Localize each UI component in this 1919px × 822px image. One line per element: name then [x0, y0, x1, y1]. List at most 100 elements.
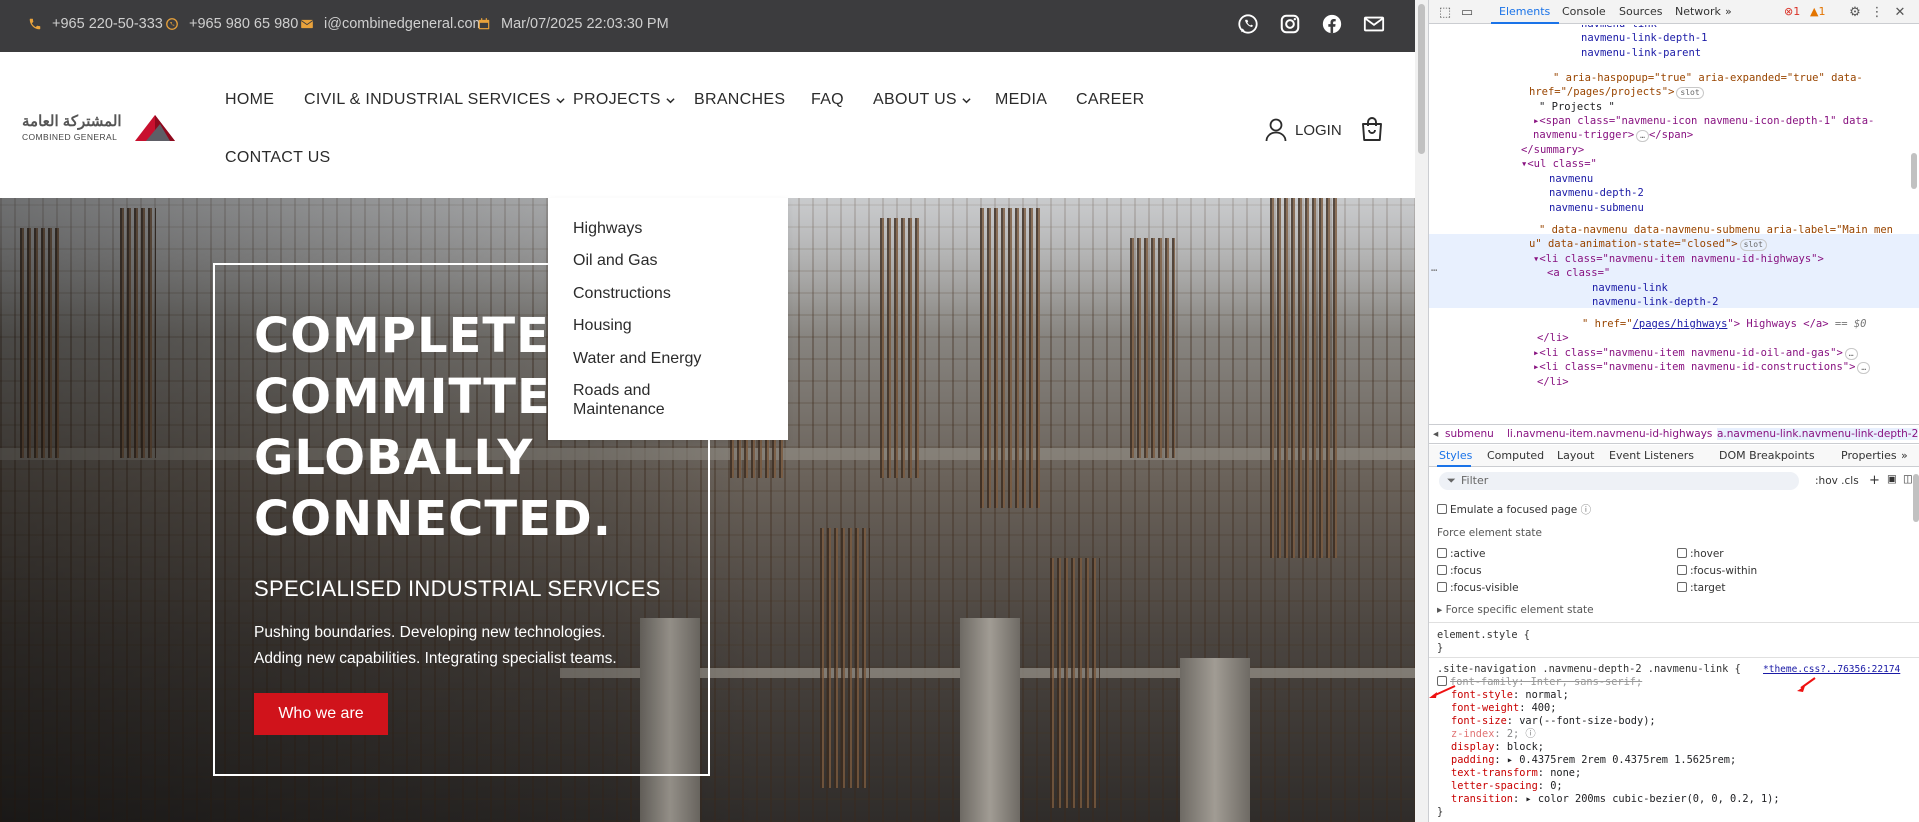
new-style-rule-icon[interactable]: +: [1869, 473, 1880, 488]
checkbox[interactable]: [1677, 548, 1687, 558]
dom-line[interactable]: ▸<span class="navmenu-icon navmenu-icon-…: [1533, 114, 1874, 129]
slot-badge[interactable]: slot: [1739, 239, 1767, 251]
node-menu-dots[interactable]: …: [1431, 261, 1437, 276]
who-we-are-button[interactable]: Who we are: [254, 693, 388, 735]
dom-line[interactable]: navmenu-link-depth-2: [1592, 295, 1718, 310]
css-declaration[interactable]: letter-spacing: 0;: [1451, 780, 1563, 793]
state-checkbox-hover[interactable]: :hover: [1677, 548, 1724, 560]
breadcrumb-item[interactable]: submenu: [1445, 428, 1494, 440]
phone-contact[interactable]: +965 220-50-333: [28, 16, 163, 32]
nav-branches[interactable]: BRANCHES: [694, 91, 785, 109]
tab-network[interactable]: Network: [1675, 5, 1721, 18]
ellipsis-badge[interactable]: …: [1857, 362, 1871, 374]
css-declaration[interactable]: display: block;: [1451, 741, 1544, 754]
dom-line[interactable]: navmenu: [1549, 172, 1593, 187]
nav-home[interactable]: HOME: [225, 91, 274, 109]
dom-line[interactable]: navmenu-submenu: [1549, 201, 1644, 216]
emulate-focused-page-checkbox[interactable]: Emulate a focused page ⓘ: [1437, 502, 1591, 517]
more-options-icon[interactable]: ⋮: [1869, 4, 1885, 20]
mail-icon[interactable]: [1362, 12, 1386, 36]
dom-line[interactable]: " href="/pages/highways"> Highways </a> …: [1582, 317, 1867, 332]
info-icon[interactable]: ⓘ: [1525, 728, 1535, 740]
styles-filter-input[interactable]: ⏷ Filter: [1439, 472, 1799, 490]
tab-styles[interactable]: Styles: [1439, 449, 1472, 462]
cart-button[interactable]: [1360, 116, 1384, 142]
css-rule-selector[interactable]: .site-navigation .navmenu-depth-2 .navme…: [1437, 663, 1741, 676]
dom-line[interactable]: ▸<li class="navmenu-item navmenu-id-oil-…: [1533, 346, 1858, 361]
help-icon[interactable]: ⓘ: [1581, 504, 1592, 516]
css-declaration[interactable]: transition: ▸ color 200ms cubic-bezier(0…: [1451, 793, 1780, 806]
dom-line[interactable]: u" data-animation-state="closed"> slot: [1529, 237, 1767, 252]
facebook-icon[interactable]: [1320, 12, 1344, 36]
state-checkbox-focus-within[interactable]: :focus-within: [1677, 565, 1757, 577]
nav-contact-us[interactable]: CONTACT US: [225, 149, 331, 167]
email-contact[interactable]: i@combinedgeneral.com: [300, 16, 485, 32]
dom-line[interactable]: navmenu-link-parent: [1581, 46, 1701, 61]
settings-gear-icon[interactable]: ⚙: [1847, 4, 1863, 20]
state-checkbox-target[interactable]: :target: [1677, 582, 1725, 594]
device-toolbar-icon[interactable]: ▭: [1459, 4, 1475, 20]
dom-line[interactable]: </summary>: [1521, 143, 1584, 158]
more-tabs-icon[interactable]: »: [1725, 5, 1732, 18]
state-checkbox-active[interactable]: :active: [1437, 548, 1485, 560]
close-icon[interactable]: ✕: [1892, 4, 1908, 20]
css-source-link[interactable]: *theme.css?..76356:22174: [1763, 663, 1900, 676]
css-declaration[interactable]: text-transform: none;: [1451, 767, 1581, 780]
paint-icon[interactable]: ▣: [1887, 473, 1897, 485]
css-declaration[interactable]: z-index: 2; ⓘ: [1451, 728, 1536, 741]
sidebar-toggle-icon[interactable]: ◫: [1903, 473, 1913, 485]
dom-line[interactable]: <a class=": [1547, 266, 1610, 281]
nav-media[interactable]: MEDIA: [995, 91, 1047, 109]
tab-properties[interactable]: Properties: [1841, 449, 1897, 462]
dom-line[interactable]: </li>: [1537, 331, 1569, 346]
state-checkbox-focus-visible[interactable]: :focus-visible: [1437, 582, 1519, 594]
checkbox[interactable]: [1437, 504, 1447, 514]
element-style-rule[interactable]: element.style {: [1437, 629, 1530, 642]
ellipsis-badge[interactable]: …: [1844, 348, 1858, 360]
dom-line[interactable]: " Projects ": [1539, 100, 1615, 115]
nav-faq[interactable]: FAQ: [811, 91, 844, 109]
hov-cls-toggles[interactable]: :hov .cls: [1815, 475, 1859, 487]
scrollbar-thumb[interactable]: [1418, 4, 1425, 154]
styles-scrollbar-thumb[interactable]: [1913, 474, 1919, 522]
dropdown-item-roads-and-maintenance[interactable]: Roads and Maintenance: [573, 381, 693, 419]
dom-line[interactable]: href="/pages/projects"> slot: [1529, 85, 1704, 100]
warning-count[interactable]: ▲1: [1810, 5, 1825, 18]
tab-sources[interactable]: Sources: [1619, 5, 1663, 18]
dropdown-item-constructions[interactable]: Constructions: [573, 284, 763, 303]
checkbox[interactable]: [1437, 565, 1447, 575]
css-declaration[interactable]: padding: ▸ 0.4375rem 2rem 0.4375rem 1.56…: [1451, 754, 1736, 767]
dom-line[interactable]: " aria-haspopup="true" aria-expanded="tr…: [1553, 71, 1863, 86]
css-declaration[interactable]: font-family: Inter, sans-serif;: [1437, 676, 1642, 689]
breadcrumb-item[interactable]: li.navmenu-item.navmenu-id-highways: [1507, 428, 1712, 440]
force-specific-state-toggle[interactable]: ▸ Force specific element state: [1437, 604, 1594, 616]
dom-line[interactable]: " data-navmenu data-navmenu-submenu aria…: [1539, 223, 1893, 238]
ellipsis-badge[interactable]: …: [1636, 130, 1649, 142]
dom-line[interactable]: navmenu-link: [1592, 281, 1668, 296]
whatsapp-contact[interactable]: +965 980 65 980: [165, 16, 298, 32]
checkbox[interactable]: [1677, 565, 1687, 575]
error-count[interactable]: ⊗1: [1784, 5, 1800, 18]
breadcrumb-item[interactable]: a.navmenu-link.navmenu-link-depth-2: [1717, 428, 1919, 440]
company-logo[interactable]: المشتركة العامة COMBINED GENERAL: [22, 112, 177, 148]
dom-scrollbar-thumb[interactable]: [1911, 153, 1917, 189]
css-declaration[interactable]: font-style: normal;: [1451, 689, 1569, 702]
dom-line[interactable]: navmenu-depth-2: [1549, 186, 1644, 201]
dom-line[interactable]: ▸<li class="navmenu-item navmenu-id-cons…: [1533, 360, 1871, 375]
login-button[interactable]: LOGIN: [1265, 118, 1342, 142]
dom-line[interactable]: ▾<ul class=": [1521, 157, 1597, 172]
checkbox[interactable]: [1677, 582, 1687, 592]
state-checkbox-focus[interactable]: :focus: [1437, 565, 1482, 577]
nav-projects[interactable]: PROJECTS: [573, 91, 675, 109]
dropdown-item-highways[interactable]: Highways: [573, 219, 763, 238]
nav-career[interactable]: CAREER: [1076, 91, 1144, 109]
dropdown-item-oil-and-gas[interactable]: Oil and Gas: [573, 251, 763, 270]
dom-line[interactable]: ▾<li class="navmenu-item navmenu-id-high…: [1533, 252, 1824, 267]
whatsapp-icon[interactable]: [1236, 12, 1260, 36]
tab-computed[interactable]: Computed: [1487, 449, 1544, 462]
css-declaration[interactable]: font-weight: 400;: [1451, 702, 1556, 715]
checkbox[interactable]: [1437, 548, 1447, 558]
dom-line[interactable]: navmenu-trigger>… </span>: [1533, 128, 1693, 143]
tab-console[interactable]: Console: [1562, 5, 1606, 18]
instagram-icon[interactable]: [1278, 12, 1302, 36]
